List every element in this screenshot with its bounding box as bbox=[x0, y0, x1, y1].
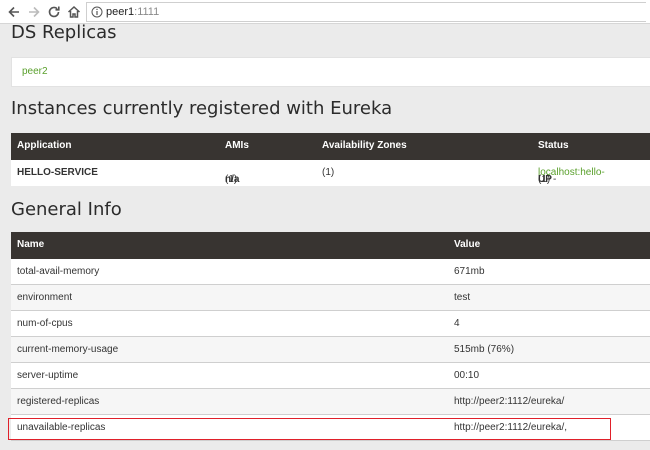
app-name: HELLO-SERVICE bbox=[17, 167, 98, 178]
info-name: unavailable-replicas bbox=[17, 422, 106, 433]
ds-replicas-title: DS Replicas bbox=[11, 22, 117, 43]
general-info-header: Name Value bbox=[11, 232, 650, 259]
ds-replicas-list: peer2 bbox=[11, 57, 650, 87]
address-bar[interactable]: peer1:1111 bbox=[86, 2, 646, 22]
reload-icon[interactable] bbox=[46, 4, 62, 20]
info-value: http://peer2:1112/eureka/ bbox=[454, 396, 565, 407]
info-name: total-avail-memory bbox=[17, 266, 100, 277]
instances-table-header: Application AMIs Availability Zones Stat… bbox=[11, 133, 650, 160]
info-value: 4 bbox=[454, 318, 460, 329]
table-row: current-memory-usage 515mb (76%) bbox=[11, 337, 650, 363]
instances-table: Application AMIs Availability Zones Stat… bbox=[11, 133, 650, 186]
col-status: Status bbox=[538, 140, 569, 151]
app-status: UP (1) - localhost:hello- bbox=[538, 167, 605, 185]
info-name: registered-replicas bbox=[17, 396, 100, 407]
info-name: num-of-cpus bbox=[17, 318, 73, 329]
info-value: 671mb bbox=[454, 266, 485, 277]
col-value: Value bbox=[454, 239, 481, 250]
info-value: 00:10 bbox=[454, 370, 480, 381]
info-name: current-memory-usage bbox=[17, 344, 119, 355]
home-icon[interactable] bbox=[66, 4, 82, 20]
info-name: server-uptime bbox=[17, 370, 79, 381]
app-zones: (1) bbox=[322, 167, 335, 178]
instances-title: Instances currently registered with Eure… bbox=[11, 98, 393, 119]
table-row: registered-replicas http://peer2:1112/eu… bbox=[11, 389, 650, 415]
url-host: peer1 bbox=[106, 6, 135, 18]
table-row: HELLO-SERVICE n/a (1) (1) UP (1) - local… bbox=[11, 160, 650, 186]
table-row: total-avail-memory 671mb bbox=[11, 259, 650, 285]
info-value: http://peer2:1112/eureka/, bbox=[454, 422, 568, 433]
table-row: server-uptime 00:10 bbox=[11, 363, 650, 389]
col-application: Application bbox=[17, 140, 72, 151]
col-availability-zones: Availability Zones bbox=[322, 140, 407, 151]
replica-link-peer2[interactable]: peer2 bbox=[22, 66, 48, 77]
browser-toolbar: peer1:1111 bbox=[0, 0, 650, 24]
general-info-title: General Info bbox=[11, 199, 122, 220]
table-row: unavailable-replicas http://peer2:1112/e… bbox=[11, 415, 650, 441]
general-info-table: Name Value total-avail-memory 671mb envi… bbox=[11, 232, 650, 441]
col-name: Name bbox=[17, 239, 45, 250]
forward-arrow-icon[interactable] bbox=[26, 4, 42, 20]
url-port: :1111 bbox=[134, 6, 160, 18]
info-value: test bbox=[454, 292, 471, 303]
back-arrow-icon[interactable] bbox=[6, 4, 22, 20]
col-amis: AMIs bbox=[225, 140, 249, 151]
info-value: 515mb (76%) bbox=[454, 344, 515, 355]
info-name: environment bbox=[17, 292, 73, 303]
table-row: num-of-cpus 4 bbox=[11, 311, 650, 337]
table-row: environment test bbox=[11, 285, 650, 311]
